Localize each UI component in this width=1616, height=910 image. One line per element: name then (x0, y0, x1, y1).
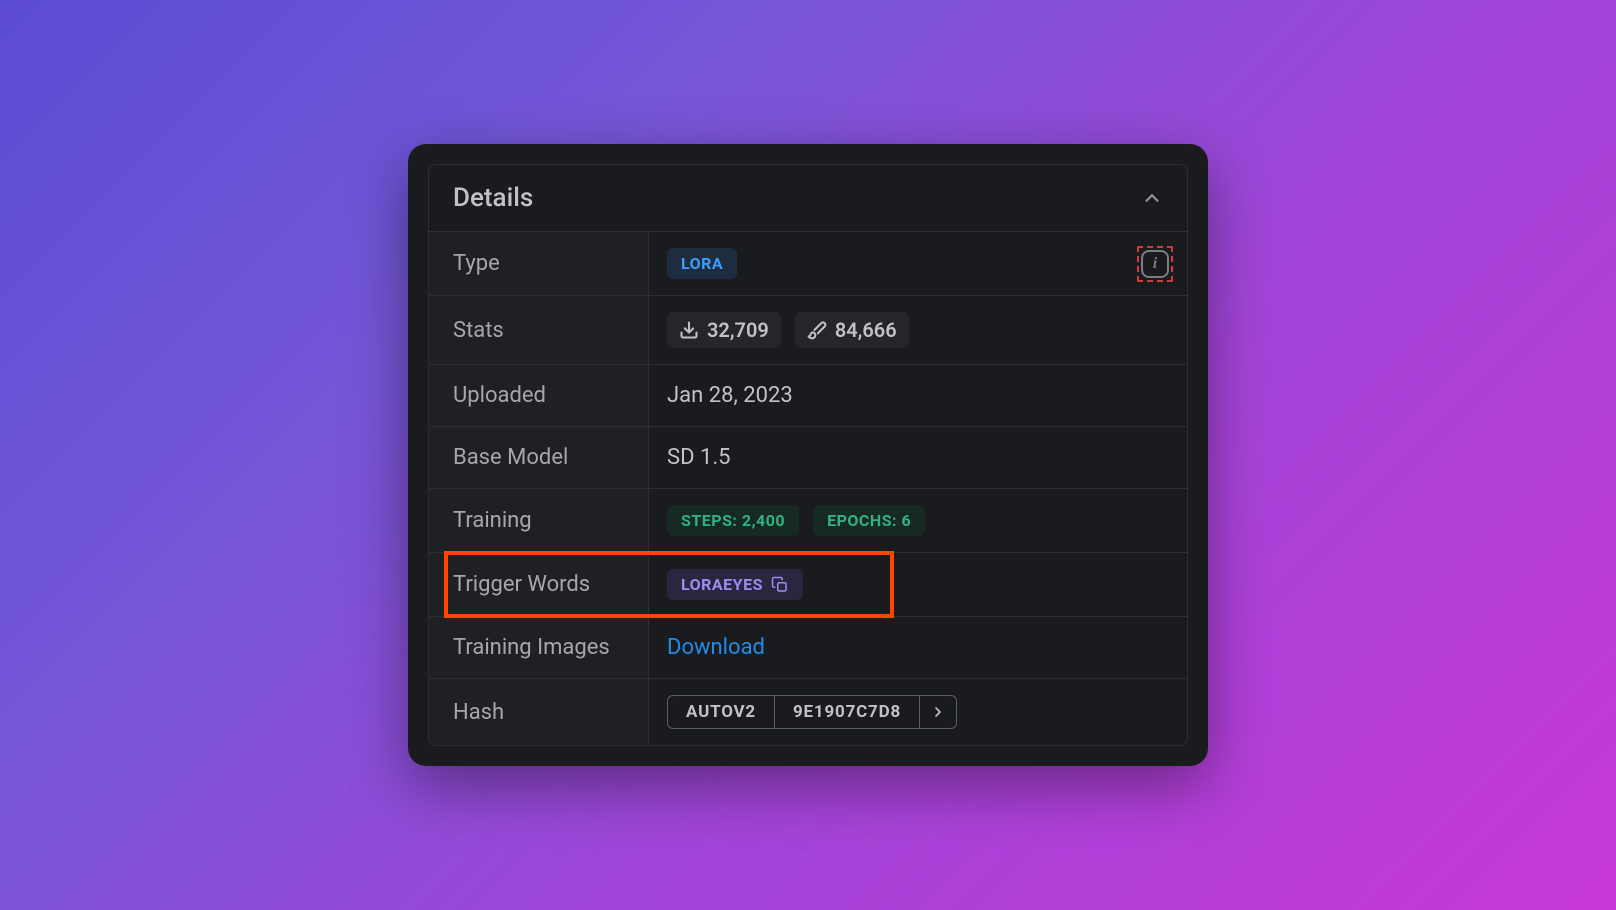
label-hash: Hash (429, 679, 649, 745)
label-base-model: Base Model (429, 427, 649, 488)
training-steps-badge: STEPS: 2,400 (667, 505, 799, 536)
row-stats: Stats 32,709 84,666 (429, 295, 1187, 364)
label-stats: Stats (429, 296, 649, 364)
value-training: STEPS: 2,400 EPOCHS: 6 (649, 489, 1187, 552)
chevron-right-icon (930, 704, 946, 720)
stat-generations-value: 84,666 (835, 318, 897, 342)
label-training-images: Training Images (429, 617, 649, 678)
label-type: Type (429, 232, 649, 295)
type-badge: LORA (667, 248, 737, 279)
brush-icon (807, 320, 827, 340)
hash-value[interactable]: 9E1907C7D8 (774, 696, 919, 728)
stat-downloads: 32,709 (667, 312, 781, 348)
trigger-word-text: LORAEYES (681, 575, 763, 594)
stat-downloads-value: 32,709 (707, 318, 769, 342)
stat-generations: 84,666 (795, 312, 909, 348)
label-uploaded: Uploaded (429, 365, 649, 426)
hash-group: AUTOV2 9E1907C7D8 (667, 695, 957, 729)
download-icon (679, 320, 699, 340)
row-hash: Hash AUTOV2 9E1907C7D8 (429, 678, 1187, 745)
row-base-model: Base Model SD 1.5 (429, 426, 1187, 488)
value-base-model: SD 1.5 (649, 427, 1187, 488)
copy-icon[interactable] (771, 576, 789, 594)
info-highlight: i (1137, 246, 1173, 282)
training-epochs-badge: EPOCHS: 6 (813, 505, 925, 536)
row-type: Type LORA i (429, 231, 1187, 295)
details-header[interactable]: Details (429, 165, 1187, 231)
row-uploaded: Uploaded Jan 28, 2023 (429, 364, 1187, 426)
chevron-up-icon[interactable] (1141, 187, 1163, 209)
hash-algo[interactable]: AUTOV2 (668, 696, 774, 728)
label-trigger: Trigger Words (429, 553, 649, 616)
panel-title: Details (453, 183, 533, 213)
trigger-word-badge[interactable]: LORAEYES (667, 569, 803, 600)
details-panel: Details Type LORA i Stats 32,709 (408, 144, 1208, 766)
value-type: LORA i (649, 232, 1187, 295)
value-uploaded: Jan 28, 2023 (649, 365, 1187, 426)
value-training-images: Download (649, 617, 1187, 678)
row-training-images: Training Images Download (429, 616, 1187, 678)
value-stats: 32,709 84,666 (649, 296, 1187, 364)
download-link[interactable]: Download (667, 635, 765, 660)
info-icon[interactable]: i (1141, 250, 1169, 278)
row-training: Training STEPS: 2,400 EPOCHS: 6 (429, 488, 1187, 552)
value-hash: AUTOV2 9E1907C7D8 (649, 679, 1187, 745)
row-trigger-words: Trigger Words LORAEYES (429, 552, 1187, 616)
value-trigger: LORAEYES (649, 553, 1187, 616)
label-training: Training (429, 489, 649, 552)
hash-expand-button[interactable] (919, 696, 956, 728)
details-card: Details Type LORA i Stats 32,709 (428, 164, 1188, 746)
